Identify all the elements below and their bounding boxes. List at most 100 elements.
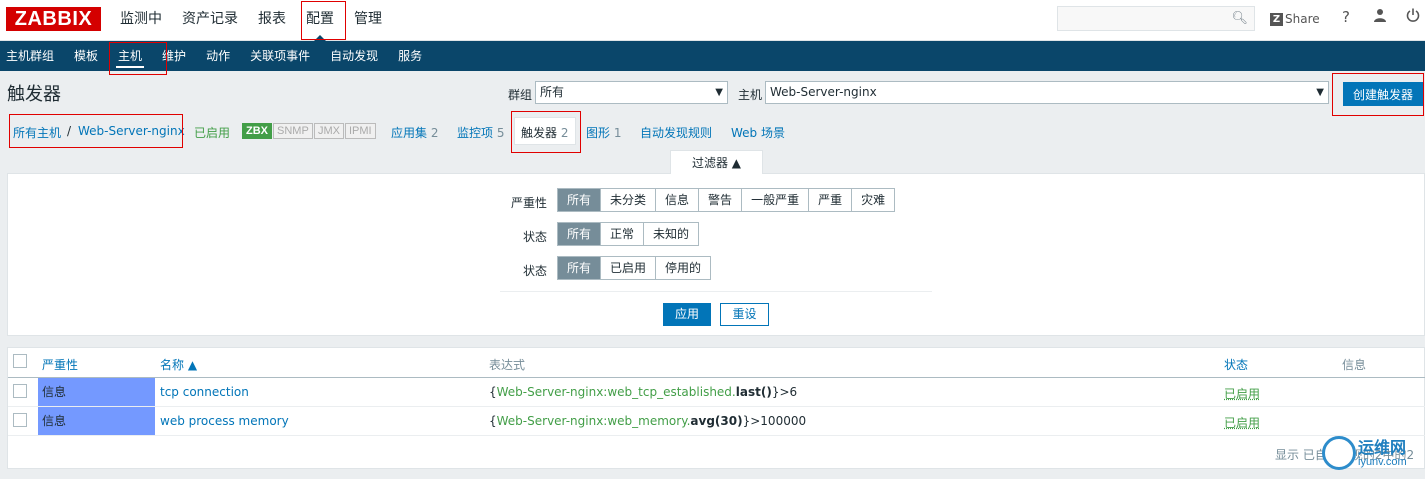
top-bar: ZABBIX 监测中 资产记录 报表 配置 管理 🔍︎ Z Share ? xyxy=(0,0,1425,41)
status-label: 状态 xyxy=(522,264,547,278)
tab-web-scenarios[interactable]: Web 场景 xyxy=(731,124,785,141)
state-option-unknown[interactable]: 未知的 xyxy=(643,223,699,245)
state-radio-group: 所有 正常 未知的 xyxy=(557,222,700,246)
submenu-host-groups[interactable]: 主机群组 xyxy=(0,41,64,71)
trigger-status-toggle[interactable]: 已启用 xyxy=(1224,385,1260,402)
apply-button[interactable]: 应用 xyxy=(663,303,711,326)
severity-option-all[interactable]: 所有 xyxy=(558,189,601,211)
annotation-box xyxy=(301,1,346,40)
expr-open: { xyxy=(489,414,497,428)
severity-option-disaster[interactable]: 灾难 xyxy=(851,189,895,211)
state-label: 状态 xyxy=(522,230,547,244)
share-label: Share xyxy=(1285,12,1320,26)
expr-function: last() xyxy=(735,385,772,399)
tab-items[interactable]: 监控项 5 xyxy=(457,124,504,141)
status-option-enabled[interactable]: 已启用 xyxy=(600,257,656,279)
filter-divider xyxy=(500,291,932,292)
submenu-templates[interactable]: 模板 xyxy=(64,41,108,71)
user-profile-icon[interactable] xyxy=(1371,8,1389,26)
search-input[interactable]: 🔍︎ xyxy=(1057,6,1255,31)
status-option-disabled[interactable]: 停用的 xyxy=(655,257,711,279)
submenu-services[interactable]: 服务 xyxy=(388,41,432,71)
jmx-availability-badge: JMX xyxy=(314,123,344,139)
annotation-box xyxy=(1332,73,1424,116)
menu-inventory[interactable]: 资产记录 xyxy=(172,0,248,40)
zbx-availability-badge: ZBX xyxy=(242,123,272,139)
host-label: 主机 xyxy=(738,88,763,102)
group-select[interactable]: 所有 ▼ xyxy=(535,81,728,104)
expr-open: { xyxy=(489,385,497,399)
tab-label: 监控项 xyxy=(457,126,494,140)
chevron-down-icon: ▼ xyxy=(715,87,723,98)
group-select-value: 所有 xyxy=(540,85,565,99)
expr-item-link[interactable]: Web-Server-nginx:web_tcp_established. xyxy=(497,385,736,399)
sign-out-icon[interactable] xyxy=(1404,8,1422,26)
column-expression: 表达式 xyxy=(489,358,526,372)
column-name[interactable]: 名称 ▲ xyxy=(160,356,197,373)
trigger-status-toggle[interactable]: 已启用 xyxy=(1224,414,1260,431)
main-menu: 监测中 资产记录 报表 配置 管理 xyxy=(110,0,392,41)
expr-item-link[interactable]: Web-Server-nginx:web_memory. xyxy=(497,414,691,428)
menu-reports[interactable]: 报表 xyxy=(248,0,296,40)
annotation-box xyxy=(511,111,581,153)
watermark-url: iyunv.com xyxy=(1358,456,1407,468)
tab-count: 5 xyxy=(496,126,505,140)
severity-cell: 信息 xyxy=(38,378,155,406)
severity-option-not-classified[interactable]: 未分类 xyxy=(600,189,656,211)
snmp-availability-badge: SNMP xyxy=(273,123,313,139)
host-status-enabled[interactable]: 已启用 xyxy=(194,124,230,141)
row-checkbox[interactable] xyxy=(13,384,27,398)
tab-label: 应用集 xyxy=(391,126,428,140)
watermark-circle-icon xyxy=(1322,436,1356,470)
share-icon: Z xyxy=(1270,12,1283,26)
severity-option-high[interactable]: 严重 xyxy=(808,189,852,211)
trigger-name-link[interactable]: tcp connection xyxy=(160,385,249,399)
row-checkbox[interactable] xyxy=(13,413,27,427)
zabbix-logo[interactable]: ZABBIX xyxy=(6,7,101,31)
select-all-checkbox[interactable] xyxy=(13,354,27,368)
submenu-correlation[interactable]: 关联项事件 xyxy=(240,41,320,71)
expr-function: avg(30) xyxy=(690,414,743,428)
tab-discovery-rules[interactable]: 自动发现规则 xyxy=(640,124,712,141)
submenu-discovery[interactable]: 自动发现 xyxy=(320,41,388,71)
expr-close: }>100000 xyxy=(742,414,807,428)
column-severity[interactable]: 严重性 xyxy=(42,356,78,373)
tab-graphs[interactable]: 图形 1 xyxy=(586,124,621,141)
state-option-normal[interactable]: 正常 xyxy=(600,223,644,245)
chevron-down-icon: ▼ xyxy=(1316,87,1324,98)
ipmi-availability-badge: IPMI xyxy=(345,123,376,139)
page-title: 触发器 xyxy=(7,84,61,105)
search-icon[interactable]: 🔍︎ xyxy=(1231,11,1248,26)
page-header: 触发器 群组 所有 ▼ 主机 Web-Server-nginx ▼ xyxy=(0,71,1425,114)
status-option-all[interactable]: 所有 xyxy=(558,257,601,279)
filter-toggle-tab[interactable]: 过滤器 ▲ xyxy=(670,150,763,174)
host-select-value: Web-Server-nginx xyxy=(770,85,877,99)
severity-option-warning[interactable]: 警告 xyxy=(698,189,742,211)
column-info: 信息 xyxy=(1342,358,1367,372)
menu-administration[interactable]: 管理 xyxy=(344,0,392,40)
help-icon[interactable]: ? xyxy=(1337,8,1355,26)
host-select[interactable]: Web-Server-nginx ▼ xyxy=(765,81,1329,104)
annotation-box xyxy=(9,114,183,148)
sub-menu: 主机群组 模板 主机 维护 动作 关联项事件 自动发现 服务 xyxy=(0,41,1425,71)
trigger-expression: {Web-Server-nginx:web_tcp_established.la… xyxy=(489,385,797,399)
reset-button[interactable]: 重设 xyxy=(720,303,769,326)
watermark-text: 运维网 xyxy=(1358,438,1407,457)
annotation-box xyxy=(109,42,167,75)
trigger-expression: {Web-Server-nginx:web_memory.avg(30)}>10… xyxy=(489,414,806,428)
submenu-actions[interactable]: 动作 xyxy=(196,41,240,71)
tab-applications[interactable]: 应用集 2 xyxy=(391,124,438,141)
tab-count: 2 xyxy=(430,126,439,140)
severity-radio-group: 所有 未分类 信息 警告 一般严重 严重 灾难 xyxy=(557,188,896,212)
severity-option-average[interactable]: 一般严重 xyxy=(741,189,809,211)
trigger-name-link[interactable]: web process memory xyxy=(160,414,289,428)
severity-option-information[interactable]: 信息 xyxy=(655,189,699,211)
expr-close: }>6 xyxy=(771,385,798,399)
menu-monitoring[interactable]: 监测中 xyxy=(110,0,172,40)
share-button[interactable]: Z Share xyxy=(1270,9,1320,29)
triggers-table: 严重性 名称 ▲ 表达式 状态 信息 信息 tcp connection {We… xyxy=(7,347,1425,469)
status-radio-group: 所有 已启用 停用的 xyxy=(557,256,712,280)
row-divider xyxy=(8,435,1425,436)
state-option-all[interactable]: 所有 xyxy=(558,223,601,245)
column-status[interactable]: 状态 xyxy=(1224,356,1248,373)
